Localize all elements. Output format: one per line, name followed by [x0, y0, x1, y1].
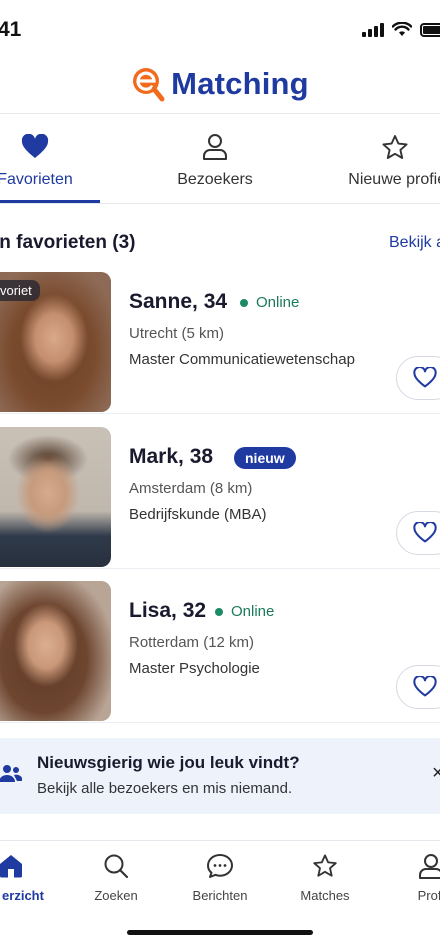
profile-name: Sanne, 34	[129, 290, 228, 313]
favorite-heart-button[interactable]	[396, 665, 440, 709]
profile-name: Lisa, 32	[129, 599, 207, 622]
status-bar: 41	[0, 0, 440, 52]
profile-study: Master Communicatiewetenschap	[129, 351, 355, 368]
star-icon	[382, 134, 408, 159]
new-badge: nieuw	[234, 447, 296, 469]
person-icon	[203, 134, 227, 160]
profile-study: Bedrijfskunde (MBA)	[129, 506, 267, 523]
app-header: Matching	[0, 56, 440, 112]
heart-outline-icon	[413, 367, 437, 388]
battery-icon	[420, 22, 440, 37]
wifi-icon	[392, 22, 412, 36]
people-icon	[0, 765, 22, 782]
home-icon	[0, 855, 22, 878]
nav-label: Zoeken	[94, 888, 138, 903]
tab-favorieten[interactable]: Favorieten	[0, 114, 85, 204]
online-label: Online	[256, 294, 300, 311]
status-icons	[362, 22, 440, 37]
profile-location: Rotterdam (12 km)	[129, 634, 255, 651]
profile-photo	[0, 427, 111, 567]
nav-label: Berichten	[192, 888, 248, 903]
profile-name: Mark, 38	[129, 445, 214, 468]
tab-label: Favorieten	[0, 171, 73, 188]
online-status: Online	[240, 294, 299, 311]
online-label: Online	[231, 603, 275, 620]
visitors-promo-banner[interactable]: Nieuwsgierig wie jou leuk vindt? Bekijk …	[0, 738, 440, 814]
profile-icon	[419, 854, 440, 879]
online-status: Online	[215, 603, 274, 620]
profile-location: Amsterdam (8 km)	[129, 480, 253, 497]
profile-study: Master Psychologie	[129, 660, 260, 677]
nav-profiel[interactable]: Profi	[386, 853, 440, 903]
logo-icon	[131, 66, 165, 102]
tab-label: Nieuwe profiel	[348, 171, 440, 188]
tabs-divider	[0, 203, 440, 204]
online-dot	[215, 607, 223, 616]
status-time: 41	[0, 18, 22, 41]
home-indicator	[127, 930, 313, 935]
favorite-badge: voriet	[0, 280, 40, 301]
favorite-heart-button[interactable]	[396, 356, 440, 400]
profile-card[interactable]: Mark, 38 nieuw Amsterdam (8 km) Bedrijfs…	[0, 427, 440, 569]
nav-berichten[interactable]: Berichten	[175, 853, 265, 903]
profile-photo	[0, 581, 111, 721]
heart-outline-icon	[413, 522, 437, 543]
nav-zoeken[interactable]: Zoeken	[71, 853, 161, 903]
star-icon	[313, 854, 337, 877]
nav-label: erzicht	[2, 888, 44, 903]
section-title: jn favorieten (3)	[0, 232, 136, 253]
profile-card[interactable]: voriet Sanne, 34 Online Utrecht (5 km) M…	[0, 272, 440, 414]
search-icon	[104, 854, 129, 879]
heart-icon	[21, 134, 49, 158]
close-icon[interactable]: ×	[432, 762, 440, 785]
promo-subtitle: Bekijk alle bezoekers en mis niemand.	[37, 780, 293, 797]
profile-card[interactable]: Lisa, 32 Online Rotterdam (12 km) Master…	[0, 581, 440, 723]
view-all-link[interactable]: Bekijk a	[389, 234, 440, 252]
tab-label: Bezoekers	[177, 171, 253, 188]
nav-label: Profi	[417, 888, 440, 903]
promo-title: Nieuwsgierig wie jou leuk vindt?	[37, 753, 300, 772]
online-dot	[240, 298, 248, 307]
bottom-nav: erzicht Zoeken Berichten Matches Profi	[0, 841, 440, 911]
tab-nieuwe-profielen[interactable]: Nieuwe profiel	[330, 114, 440, 204]
chat-icon	[207, 854, 233, 878]
nav-matches[interactable]: Matches	[280, 853, 370, 903]
tab-bar: Favorieten Bezoekers Nieuwe profiel	[0, 114, 440, 204]
brand-name: Matching	[171, 66, 309, 101]
profile-location: Utrecht (5 km)	[129, 325, 225, 342]
favorite-heart-button[interactable]	[396, 511, 440, 555]
signal-icon	[362, 22, 384, 37]
nav-label: Matches	[300, 888, 350, 903]
heart-outline-icon	[413, 676, 437, 697]
nav-overzicht[interactable]: erzicht	[0, 853, 56, 903]
tab-bezoekers[interactable]: Bezoekers	[165, 114, 265, 204]
